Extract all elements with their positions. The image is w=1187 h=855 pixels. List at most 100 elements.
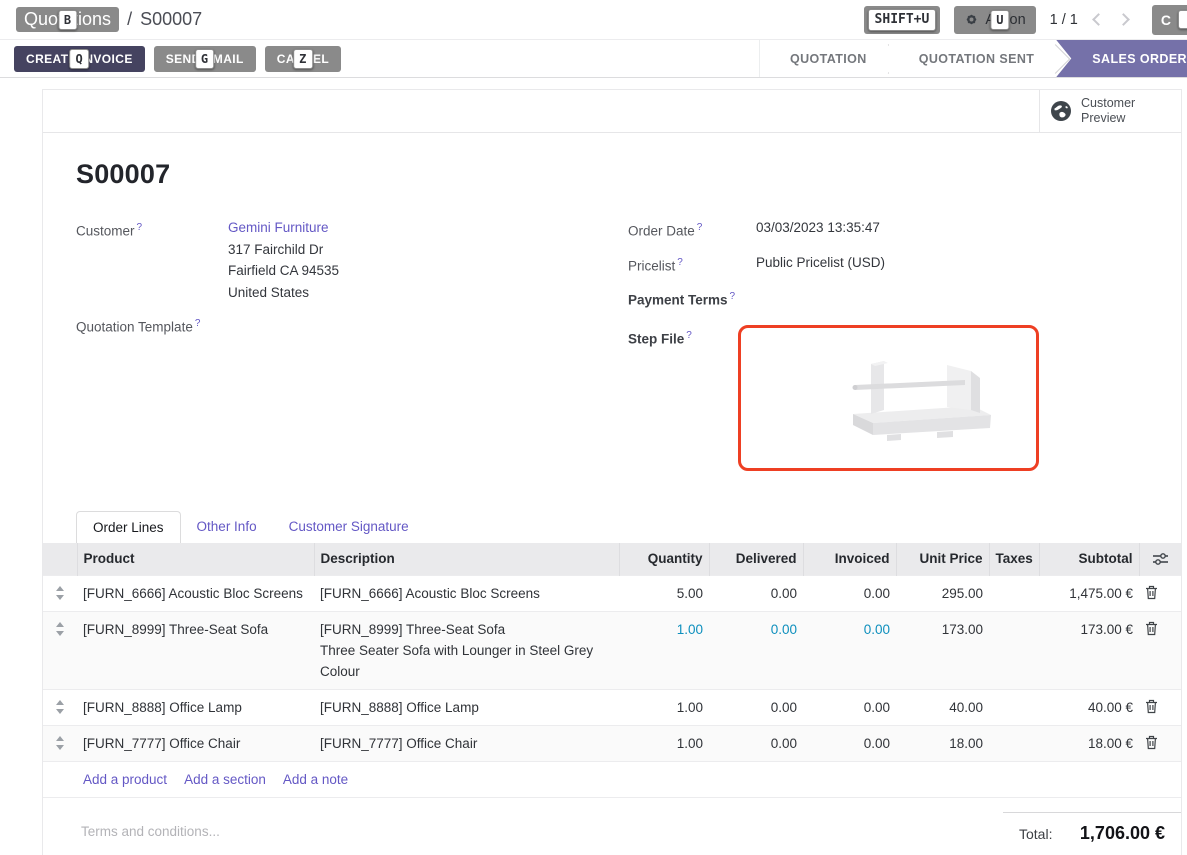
add-a-product-link[interactable]: Add a product: [83, 769, 167, 790]
cell-invoiced[interactable]: 0.00: [803, 576, 896, 612]
customer-preview-label: Customer Preview: [1081, 96, 1135, 126]
customer-field-value: Gemini Furniture 317 Fairchild Dr Fairfi…: [228, 217, 339, 303]
tab-other-info[interactable]: Other Info: [181, 511, 273, 543]
customer-link[interactable]: Gemini Furniture: [228, 220, 329, 235]
global-shortcut-chip: SHIFT+U: [864, 6, 941, 34]
breadcrumb-separator: /: [127, 9, 132, 30]
trash-icon: [1145, 735, 1158, 750]
customer-preview-button[interactable]: Customer Preview: [1039, 90, 1181, 132]
send-email-button[interactable]: SEND EMAIL G: [154, 46, 256, 72]
add-a-note-link[interactable]: Add a note: [283, 769, 348, 790]
cell-subtotal: 40.00 €: [1039, 690, 1139, 726]
cell-product[interactable]: [FURN_8999] Three-Seat Sofa: [77, 612, 314, 690]
cell-description[interactable]: [FURN_8888] Office Lamp: [314, 690, 619, 726]
row-drag-handle[interactable]: [43, 612, 77, 690]
column-header-product: Product: [77, 543, 314, 576]
cancel-button[interactable]: CANCEL Z: [265, 46, 341, 72]
column-header-invoiced: Invoiced: [803, 543, 896, 576]
pager-previous-button[interactable]: [1092, 13, 1105, 26]
order-date-field-label: Order Date?: [628, 217, 756, 242]
total-value: 1,706.00 €: [1080, 823, 1165, 844]
cell-subtotal: 1,475.00 €: [1039, 576, 1139, 612]
cell-unit-price[interactable]: 173.00: [896, 612, 989, 690]
field-pricelist: Pricelist? Public Pricelist (USD): [628, 252, 1181, 277]
globe-icon: [1050, 100, 1072, 122]
cell-unit-price[interactable]: 40.00: [896, 690, 989, 726]
cell-quantity[interactable]: 1.00: [619, 612, 709, 690]
tab-order-lines[interactable]: Order Lines: [76, 511, 181, 543]
cell-product[interactable]: [FURN_8888] Office Lamp: [77, 690, 314, 726]
row-delete-button[interactable]: [1139, 576, 1181, 612]
keyboard-hint-badge: Z: [293, 49, 313, 69]
record-title: S00007: [76, 159, 1181, 190]
field-customer: Customer? Gemini Furniture 317 Fairchild…: [76, 217, 628, 303]
pager-counter: 1 / 1: [1050, 12, 1078, 28]
cell-description[interactable]: [FURN_6666] Acoustic Bloc Screens: [314, 576, 619, 612]
cell-invoiced[interactable]: 0.00: [803, 726, 896, 762]
status-pipeline: QUOTATION QUOTATION SENT SALES ORDER: [759, 40, 1187, 77]
field-column-right: Order Date? 03/03/2023 13:35:47 Pricelis…: [628, 217, 1181, 481]
row-delete-button[interactable]: [1139, 726, 1181, 762]
row-drag-handle[interactable]: [43, 690, 77, 726]
cell-description[interactable]: [FURN_8999] Three-Seat Sofa Three Seater…: [314, 612, 619, 690]
order-line-row: [FURN_6666] Acoustic Bloc Screens [FURN_…: [43, 576, 1181, 612]
cell-delivered[interactable]: 0.00: [709, 576, 803, 612]
stage-quotation[interactable]: QUOTATION: [760, 40, 889, 77]
cell-subtotal: 173.00 €: [1039, 612, 1139, 690]
smart-button-strip: Customer Preview: [43, 90, 1181, 133]
add-a-section-link[interactable]: Add a section: [184, 769, 266, 790]
keyboard-hint-badge: U: [990, 10, 1009, 30]
form-footer: Terms and conditions... Total: 1,706.00 …: [43, 798, 1181, 844]
row-drag-handle[interactable]: [43, 576, 77, 612]
keyboard-hint-badge: Q: [70, 49, 90, 69]
corner-hinted-button[interactable]: C: [1152, 5, 1187, 35]
column-header-subtotal: Subtotal: [1039, 543, 1139, 576]
cell-product[interactable]: [FURN_6666] Acoustic Bloc Screens: [77, 576, 314, 612]
create-invoice-button[interactable]: CREATE INVOICE Q: [14, 46, 145, 72]
order-date-field-value[interactable]: 03/03/2023 13:35:47: [756, 217, 880, 242]
cell-delivered[interactable]: 0.00: [709, 726, 803, 762]
payment-terms-field-label: Payment Terms?: [628, 286, 756, 311]
cell-invoiced[interactable]: 0.00: [803, 690, 896, 726]
terms-and-conditions-input[interactable]: Terms and conditions...: [81, 812, 220, 844]
cell-delivered[interactable]: 0.00: [709, 612, 803, 690]
pager-next-button[interactable]: [1117, 13, 1130, 26]
cell-invoiced[interactable]: 0.00: [803, 612, 896, 690]
cell-product[interactable]: [FURN_7777] Office Chair: [77, 726, 314, 762]
cell-quantity[interactable]: 1.00: [619, 690, 709, 726]
keyboard-hint-badge: G: [195, 49, 215, 69]
cell-unit-price[interactable]: 18.00: [896, 726, 989, 762]
stage-sales-order[interactable]: SALES ORDER: [1056, 40, 1187, 77]
stage-quotation-sent[interactable]: QUOTATION SENT: [889, 40, 1057, 77]
table-header-row: Product Description Quantity Delivered I…: [43, 543, 1181, 576]
cell-taxes[interactable]: [989, 690, 1039, 726]
step-file-image-highlighted[interactable]: [738, 325, 1039, 471]
help-question-icon: ?: [730, 291, 736, 302]
breadcrumb-parent-link[interactable]: Quotations B: [16, 7, 119, 32]
row-delete-button[interactable]: [1139, 690, 1181, 726]
help-question-icon: ?: [686, 330, 692, 341]
pricelist-field-value[interactable]: Public Pricelist (USD): [756, 252, 885, 277]
field-area: Customer? Gemini Furniture 317 Fairchild…: [43, 217, 1181, 481]
cell-taxes[interactable]: [989, 612, 1039, 690]
trash-icon: [1145, 621, 1158, 636]
cell-quantity[interactable]: 5.00: [619, 576, 709, 612]
tab-customer-signature[interactable]: Customer Signature: [273, 511, 425, 543]
action-menu-button[interactable]: Action U: [954, 6, 1035, 34]
cell-subtotal: 18.00 €: [1039, 726, 1139, 762]
drag-handle-icon: [55, 622, 65, 636]
cell-taxes[interactable]: [989, 726, 1039, 762]
optional-columns-toggle[interactable]: [1139, 543, 1181, 576]
help-question-icon: ?: [677, 257, 683, 268]
row-drag-handle[interactable]: [43, 726, 77, 762]
cell-quantity[interactable]: 1.00: [619, 726, 709, 762]
help-question-icon: ?: [195, 318, 201, 329]
top-navigation-bar: Quotations B / S00007 SHIFT+U Action U 1…: [0, 0, 1187, 40]
cell-unit-price[interactable]: 295.00: [896, 576, 989, 612]
cell-delivered[interactable]: 0.00: [709, 690, 803, 726]
cell-description[interactable]: [FURN_7777] Office Chair: [314, 726, 619, 762]
row-delete-button[interactable]: [1139, 612, 1181, 690]
help-question-icon: ?: [137, 222, 143, 233]
pricelist-field-label: Pricelist?: [628, 252, 756, 277]
cell-taxes[interactable]: [989, 576, 1039, 612]
